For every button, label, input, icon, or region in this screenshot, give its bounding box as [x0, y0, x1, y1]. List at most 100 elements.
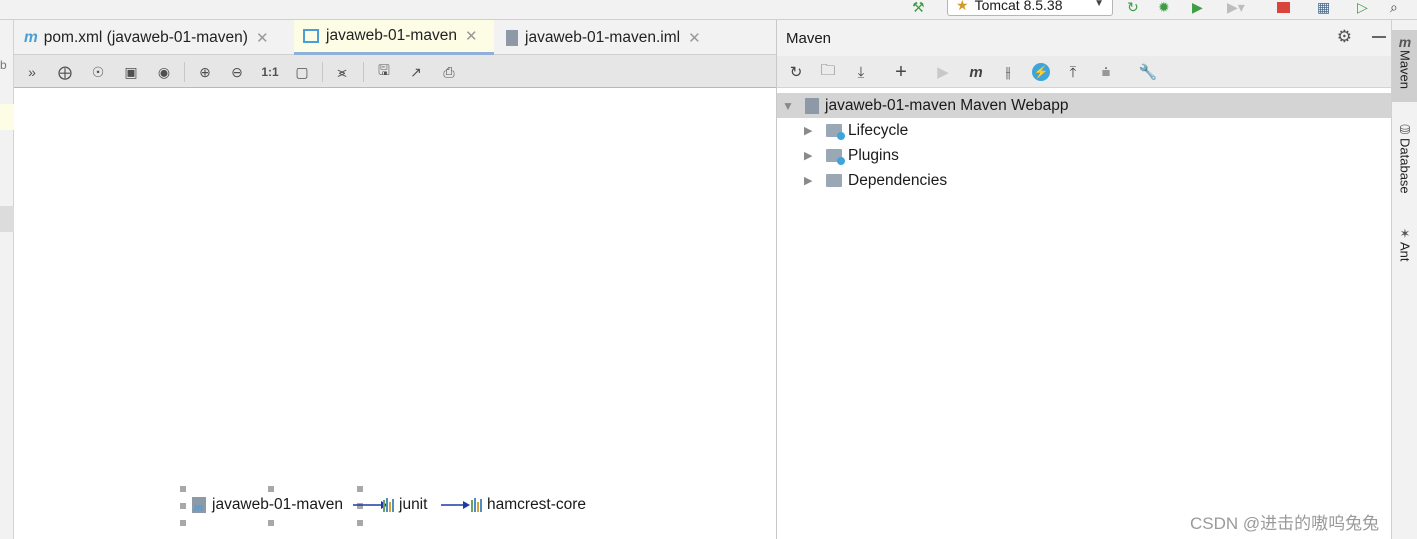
tree-label: javaweb-01-maven Maven Webapp: [825, 96, 1069, 114]
show-dependencies-icon[interactable]: ⤒: [1063, 62, 1083, 82]
run-icon[interactable]: ▶: [933, 62, 953, 82]
strip-fragment: b: [0, 58, 7, 72]
maven-panel: Maven ⚙ ↻ 🗀 ⤓ + ▶ m ⫲ ⚡ ⤒ ⩧ 🔧 ▼ javaweb-…: [776, 20, 1392, 539]
maven-panel-header: Maven ⚙: [777, 20, 1392, 56]
node-label: javaweb-01-maven: [212, 496, 343, 513]
close-icon[interactable]: ✕: [465, 27, 478, 45]
save-icon[interactable]: 🖫: [374, 62, 394, 82]
close-icon[interactable]: ✕: [256, 29, 269, 47]
toggle-offline-icon[interactable]: ⫲: [998, 62, 1018, 82]
strip-selection: [0, 206, 14, 232]
tree-item-dependencies[interactable]: ▶ Dependencies: [777, 168, 1392, 193]
coverage-icon[interactable]: ▶: [1192, 0, 1203, 15]
side-tab-database[interactable]: ⛁ Database: [1392, 122, 1417, 194]
tree-item-lifecycle[interactable]: ▶ Lifecycle: [777, 118, 1392, 143]
tree-root-project[interactable]: ▼ javaweb-01-maven Maven Webapp: [777, 93, 1392, 118]
export-icon[interactable]: ↗: [406, 62, 426, 82]
side-tab-ant[interactable]: ✶ Ant: [1392, 226, 1417, 262]
diagram-canvas[interactable]: m javaweb-01-maven junit hamcrest-core: [14, 88, 776, 539]
diagram-toolbar: » ⨁ ☉ ▣ ◉ ⊕ ⊖ 1:1 ▢ ⪤ 🖫 ↗ ⎙: [14, 55, 776, 88]
tree-label: Lifecycle: [848, 121, 909, 139]
collapse-all-icon[interactable]: ⩧: [1096, 62, 1116, 82]
diagram-icon: [303, 29, 319, 43]
node-label: junit: [399, 496, 428, 513]
stop-icon[interactable]: [1277, 0, 1290, 14]
reload-icon[interactable]: ↻: [786, 62, 806, 82]
library-icon: [383, 498, 394, 512]
module-file-icon: [506, 29, 518, 46]
diagram-node-hamcrest[interactable]: hamcrest-core: [471, 496, 586, 514]
hierarchy-layout-icon[interactable]: ⨁: [55, 62, 75, 82]
selection-handle[interactable]: [357, 520, 363, 526]
profile-icon[interactable]: ▶▾: [1227, 0, 1245, 15]
collapsed-triangle-icon[interactable]: ▶: [804, 174, 818, 187]
left-tool-strip: b: [0, 20, 14, 539]
zoom-out-icon[interactable]: ⊖: [227, 62, 247, 82]
tab-iml[interactable]: javaweb-01-maven.iml ✕: [494, 20, 744, 55]
run-configuration-select[interactable]: ★ Tomcat 8.5.38 ▼: [947, 0, 1113, 16]
side-tab-label: Ant: [1397, 242, 1413, 262]
side-tab-label: Database: [1397, 138, 1413, 194]
skip-tests-icon[interactable]: ⚡: [1031, 62, 1051, 82]
side-tab-label: Maven: [1397, 50, 1413, 90]
run-toolbar: ⚒ ★ Tomcat 8.5.38 ▼ ↻ ✹ ▶ ▶▾ ▦ ▷ ⌕: [0, 0, 1417, 20]
strip-highlight: [0, 104, 14, 130]
maven-m-icon: m: [1398, 34, 1412, 50]
toolbar-separator: [184, 62, 185, 82]
share-icon[interactable]: ⪤: [332, 62, 352, 82]
selection-handle[interactable]: [180, 486, 186, 492]
eye-icon[interactable]: ◉: [154, 62, 174, 82]
selection-handle[interactable]: [180, 503, 186, 509]
layout-icon[interactable]: ▦: [1317, 0, 1330, 15]
maven-projects-tree: ▼ javaweb-01-maven Maven Webapp ▶ Lifecy…: [777, 88, 1392, 539]
tomcat-icon: ★: [956, 0, 969, 13]
fit-content-icon[interactable]: ▣: [121, 62, 141, 82]
editor-area: m pom.xml (javaweb-01-maven) ✕ javaweb-0…: [14, 20, 776, 539]
tree-label: Dependencies: [848, 171, 948, 189]
expand-left-icon[interactable]: »: [22, 62, 42, 82]
maven-toolbar: ↻ 🗀 ⤓ + ▶ m ⫲ ⚡ ⤒ ⩧ 🔧: [777, 56, 1392, 88]
tab-pom-xml[interactable]: m pom.xml (javaweb-01-maven) ✕: [14, 20, 294, 55]
download-icon[interactable]: ⤓: [851, 62, 871, 82]
tab-label: javaweb-01-maven: [326, 27, 457, 44]
collapsed-triangle-icon[interactable]: ▶: [804, 149, 818, 162]
terminal-icon[interactable]: ▷: [1357, 0, 1368, 15]
database-icon: ⛁: [1399, 122, 1411, 137]
tab-diagram[interactable]: javaweb-01-maven ✕: [294, 20, 494, 55]
fit-page-icon[interactable]: ▢: [292, 62, 312, 82]
zoom-selection-icon[interactable]: ☉: [88, 62, 108, 82]
gear-icon[interactable]: ⚙: [1337, 27, 1352, 47]
hammer-icon[interactable]: ⚒: [912, 0, 925, 15]
selection-handle[interactable]: [268, 520, 274, 526]
print-icon[interactable]: ⎙: [439, 62, 459, 82]
module-icon: [805, 97, 819, 114]
side-tab-maven[interactable]: m Maven: [1392, 30, 1417, 102]
minimize-icon[interactable]: [1372, 36, 1386, 38]
generate-sources-icon[interactable]: 🗀: [818, 62, 838, 82]
settings-wrench-icon[interactable]: 🔧: [1138, 62, 1158, 82]
toolbar-separator: [363, 62, 364, 82]
selection-handle[interactable]: [180, 520, 186, 526]
search-icon[interactable]: ⌕: [1390, 0, 1398, 15]
maven-goal-icon[interactable]: m: [966, 62, 986, 82]
selection-handle[interactable]: [268, 486, 274, 492]
zoom-in-icon[interactable]: ⊕: [195, 62, 215, 82]
module-icon: m: [192, 497, 206, 514]
diagram-node-junit[interactable]: junit: [383, 496, 427, 514]
selection-handle[interactable]: [357, 486, 363, 492]
run-config-label: Tomcat 8.5.38: [974, 0, 1063, 13]
tree-item-plugins[interactable]: ▶ Plugins: [777, 143, 1392, 168]
add-icon[interactable]: +: [891, 61, 911, 83]
collapsed-triangle-icon[interactable]: ▶: [804, 124, 818, 137]
right-tool-strip: m Maven ⛁ Database ✶ Ant: [1391, 20, 1417, 539]
reload-icon[interactable]: ↻: [1127, 0, 1139, 15]
debug-icon[interactable]: ✹: [1158, 0, 1170, 15]
expanded-triangle-icon[interactable]: ▼: [782, 99, 796, 113]
chevron-down-icon: ▼: [1094, 0, 1104, 9]
watermark-text: CSDN @进击的嗷呜兔兔: [1190, 514, 1380, 533]
tree-label: Plugins: [848, 146, 899, 164]
plugins-folder-icon: [826, 149, 845, 165]
diagram-node-project[interactable]: m javaweb-01-maven: [192, 496, 343, 514]
actual-size-icon[interactable]: 1:1: [260, 62, 280, 82]
close-icon[interactable]: ✕: [688, 29, 701, 47]
